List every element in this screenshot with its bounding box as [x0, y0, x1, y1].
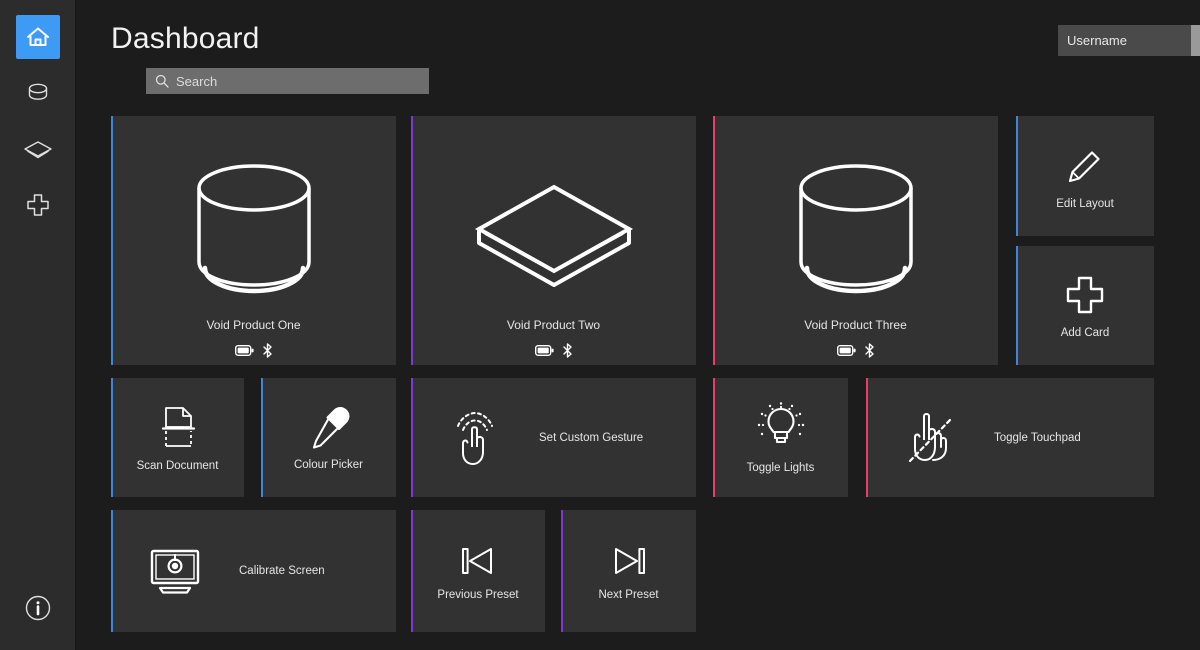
card-accent-bar: [111, 116, 113, 365]
page-title: Dashboard: [111, 22, 260, 56]
card-accent-bar: [1016, 246, 1018, 365]
previous-preset-card[interactable]: Previous Preset: [411, 510, 545, 632]
sidebar-item-add[interactable]: [16, 183, 60, 227]
product-art-cylinder-puck: [179, 158, 329, 308]
tile-label: Calibrate Screen: [239, 565, 325, 577]
card-accent-bar: [411, 510, 413, 632]
touchpad-off-icon: [902, 408, 958, 468]
bluetooth-icon: [262, 343, 273, 358]
tile-label: Edit Layout: [1056, 198, 1114, 210]
card-accent-bar: [561, 510, 563, 632]
product-card[interactable]: Void Product Two: [411, 116, 696, 365]
tile-label: Add Card: [1061, 327, 1110, 339]
card-accent-bar: [261, 378, 263, 497]
next-preset-card[interactable]: Next Preset: [561, 510, 696, 632]
top-bar: Dashboard Search Username: [111, 0, 1200, 103]
tile-label: Previous Preset: [437, 589, 518, 601]
product-status: [235, 343, 273, 358]
product-card[interactable]: Void Product One: [111, 116, 396, 365]
main-content: Dashboard Search Username: [76, 0, 1200, 650]
card-accent-bar: [111, 378, 113, 497]
search-input[interactable]: Search: [146, 68, 429, 94]
user-menu[interactable]: Username: [1058, 25, 1200, 56]
bluetooth-icon: [864, 343, 875, 358]
card-accent-bar: [411, 116, 413, 365]
info-circle-icon: [24, 594, 52, 622]
skip-forward-icon: [607, 542, 651, 580]
calibrate-screen-card[interactable]: Calibrate Screen: [111, 510, 396, 632]
battery-icon: [235, 345, 254, 356]
toggle-touchpad-card[interactable]: Toggle Touchpad: [866, 378, 1154, 497]
battery-icon: [535, 345, 554, 356]
product-name: Void Product Two: [507, 318, 600, 332]
product-name: Void Product One: [206, 318, 300, 332]
pencil-icon: [1062, 143, 1108, 189]
tap-gesture-icon-wrap: [411, 407, 539, 469]
sidebar-item-home[interactable]: [16, 15, 60, 59]
colour-picker-card[interactable]: Colour Picker: [261, 378, 396, 497]
layers-diamond-icon: [22, 138, 54, 160]
tile-label: Toggle Lights: [747, 462, 815, 474]
bluetooth-icon: [562, 343, 573, 358]
scan-document-icon: [155, 403, 201, 451]
sidebar-item-devices[interactable]: [16, 71, 60, 115]
edit-layout-card[interactable]: Edit Layout: [1016, 116, 1154, 236]
skip-back-icon: [456, 542, 500, 580]
home-icon: [25, 25, 51, 49]
add-card-card[interactable]: Add Card: [1016, 246, 1154, 365]
card-accent-bar: [713, 378, 715, 497]
product-card[interactable]: Void Product Three: [713, 116, 998, 365]
product-status: [535, 343, 573, 358]
tile-label: Set Custom Gesture: [539, 432, 643, 444]
tile-label: Scan Document: [137, 460, 219, 472]
sidebar-item-info[interactable]: [16, 586, 60, 630]
monitor-target-icon: [146, 546, 204, 596]
scan-document-card[interactable]: Scan Document: [111, 378, 244, 497]
card-accent-bar: [1016, 116, 1018, 236]
toggle-lights-card[interactable]: Toggle Lights: [713, 378, 848, 497]
product-art-cylinder-puck: [781, 158, 931, 308]
product-name: Void Product Three: [804, 318, 907, 332]
card-accent-bar: [866, 378, 868, 497]
sidebar: [0, 0, 76, 650]
avatar[interactable]: [1191, 25, 1200, 56]
sidebar-item-layers[interactable]: [16, 127, 60, 171]
dashboard-app: Dashboard Search Username: [0, 0, 1200, 650]
product-art-flat-slab: [469, 158, 639, 308]
product-status: [837, 343, 875, 358]
tap-gesture-icon: [448, 407, 502, 469]
plus-thick-icon: [1062, 272, 1108, 318]
user-avatar-icon: [1197, 29, 1200, 56]
plus-icon: [24, 191, 52, 219]
card-grid: Void Product One: [111, 103, 1200, 633]
tile-label: Colour Picker: [294, 459, 363, 471]
card-accent-bar: [411, 378, 413, 497]
tile-label: Toggle Touchpad: [994, 432, 1081, 444]
search-icon: [155, 74, 169, 88]
lightbulb-icon: [754, 401, 808, 453]
set-custom-gesture-card[interactable]: Set Custom Gesture: [411, 378, 696, 497]
puck-device-icon: [24, 80, 52, 106]
username-label[interactable]: Username: [1058, 25, 1191, 56]
monitor-target-icon-wrap: [111, 546, 239, 596]
tile-label: Next Preset: [598, 589, 658, 601]
card-accent-bar: [111, 510, 113, 632]
eyedropper-icon: [306, 404, 352, 450]
search-placeholder: Search: [176, 74, 217, 89]
touchpad-off-icon-wrap: [866, 408, 994, 468]
battery-icon: [837, 345, 856, 356]
card-accent-bar: [713, 116, 715, 365]
